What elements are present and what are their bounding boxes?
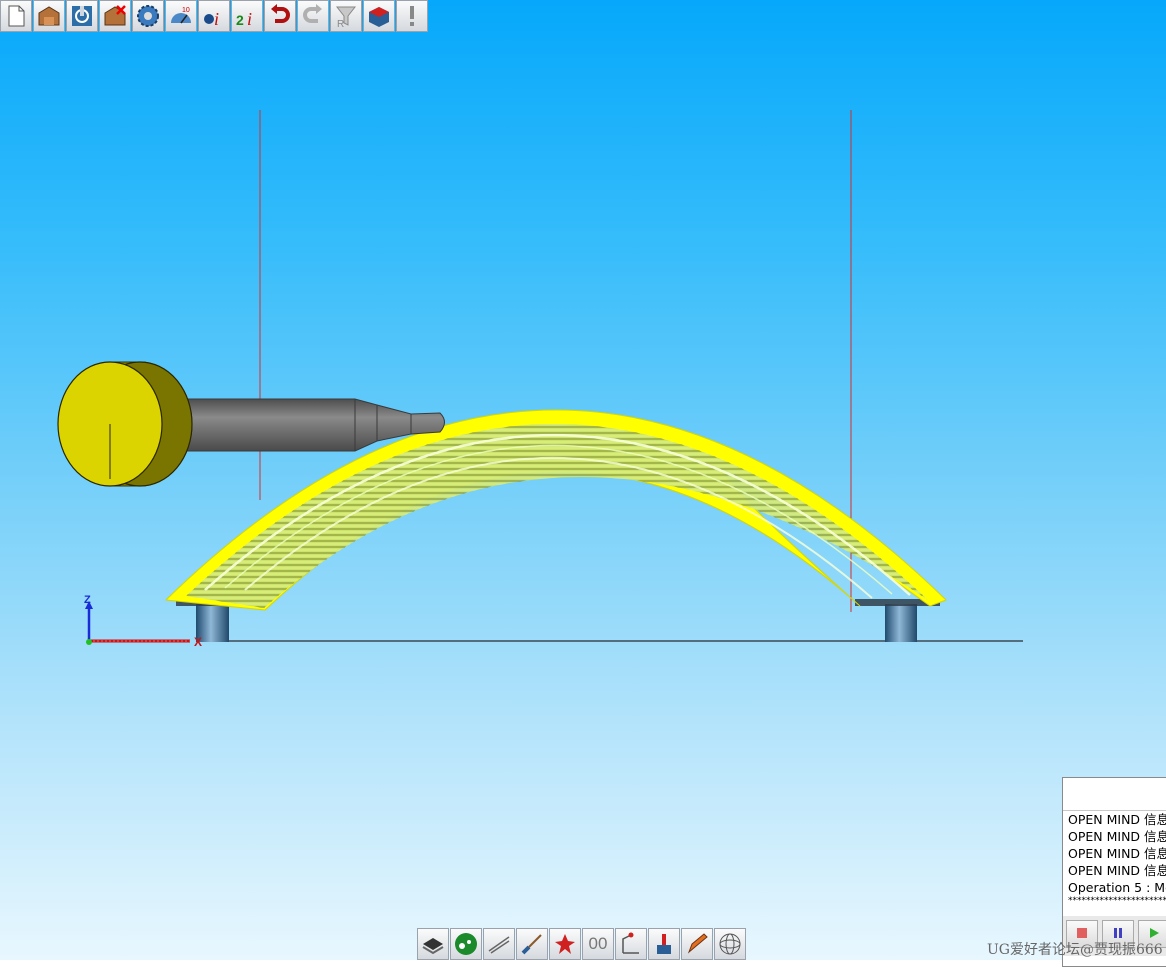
speed-gauge-icon: 10	[168, 3, 194, 29]
tool-holder-button[interactable]	[66, 0, 98, 32]
svg-text:i: i	[247, 9, 252, 29]
brush-icon	[519, 931, 545, 957]
svg-text:10: 10	[182, 7, 190, 14]
layers-button[interactable]	[417, 928, 449, 960]
new-file-icon	[3, 3, 29, 29]
bottom-toolbar: 00	[417, 928, 746, 960]
stock-box-button[interactable]	[363, 0, 395, 32]
pencil-button[interactable]	[681, 928, 713, 960]
info-2-button[interactable]: 2i	[231, 0, 263, 32]
log-line: OPEN MIND 信息	[1068, 812, 1166, 827]
undo-button[interactable]	[264, 0, 296, 32]
collision-button[interactable]	[549, 928, 581, 960]
undo-icon	[267, 3, 293, 29]
counter-icon: 00	[588, 934, 608, 953]
redo-button[interactable]	[297, 0, 329, 32]
speed-button[interactable]: 10	[165, 0, 197, 32]
toolpath-button[interactable]	[483, 928, 515, 960]
log-line: Operation 5 : Mo	[1068, 880, 1166, 895]
settings-gear-icon	[135, 3, 161, 29]
svg-text:i: i	[214, 9, 219, 29]
settings-button[interactable]	[132, 0, 164, 32]
warning-button[interactable]	[396, 0, 428, 32]
info-panel-header	[1063, 778, 1166, 811]
machining-scene: Z X	[57, 110, 1023, 649]
collision-icon	[552, 931, 578, 957]
delete-stock-button[interactable]	[99, 0, 131, 32]
3d-viewport[interactable]: Z X 10 i 2i R 00 OPEN MIND 信息 OPEN MIND …	[0, 0, 1166, 967]
delete-stock-icon	[102, 3, 128, 29]
color-tool-icon	[651, 931, 677, 957]
top-toolbar: 10 i 2i R	[0, 0, 428, 32]
z-axis-label: Z	[84, 594, 91, 606]
log-line: OPEN MIND 信息	[1068, 863, 1166, 878]
wireframe-sphere-icon	[717, 931, 743, 957]
new-file-button[interactable]	[0, 0, 32, 32]
counter-button[interactable]: 00	[582, 928, 614, 960]
open-project-icon	[36, 3, 62, 29]
svg-text:R: R	[337, 19, 344, 29]
support-post-right	[885, 604, 917, 642]
layers-icon	[420, 931, 446, 957]
info-2-icon: 2i	[234, 3, 260, 29]
watermark: UG爱好者论坛@贾现振666	[987, 942, 1163, 958]
simulation-globe-icon	[453, 931, 479, 957]
log-line: OPEN MIND 信息	[1068, 846, 1166, 861]
pencil-icon	[684, 931, 710, 957]
redo-icon	[300, 3, 326, 29]
info-icon: i	[201, 3, 227, 29]
svg-text:2: 2	[236, 12, 244, 28]
toolpath-icon	[486, 931, 512, 957]
log-line: OPEN MIND 信息	[1068, 829, 1166, 844]
log-line: ************************	[1068, 896, 1166, 906]
filter-r-icon: R	[333, 3, 359, 29]
machine-axis-button[interactable]	[615, 928, 647, 960]
info-log[interactable]: OPEN MIND 信息 OPEN MIND 信息 OPEN MIND 信息 O…	[1063, 811, 1166, 906]
filter-button[interactable]: R	[330, 0, 362, 32]
warning-icon	[399, 3, 425, 29]
color-tool-button[interactable]	[648, 928, 680, 960]
tool-holder-icon	[69, 3, 95, 29]
open-project-button[interactable]	[33, 0, 65, 32]
simulation-button[interactable]	[450, 928, 482, 960]
stock-box-icon	[366, 3, 392, 29]
info-button[interactable]: i	[198, 0, 230, 32]
wireframe-button[interactable]	[714, 928, 746, 960]
machine-axis-icon	[618, 931, 644, 957]
brush-button[interactable]	[516, 928, 548, 960]
x-axis-label: X	[194, 635, 202, 649]
